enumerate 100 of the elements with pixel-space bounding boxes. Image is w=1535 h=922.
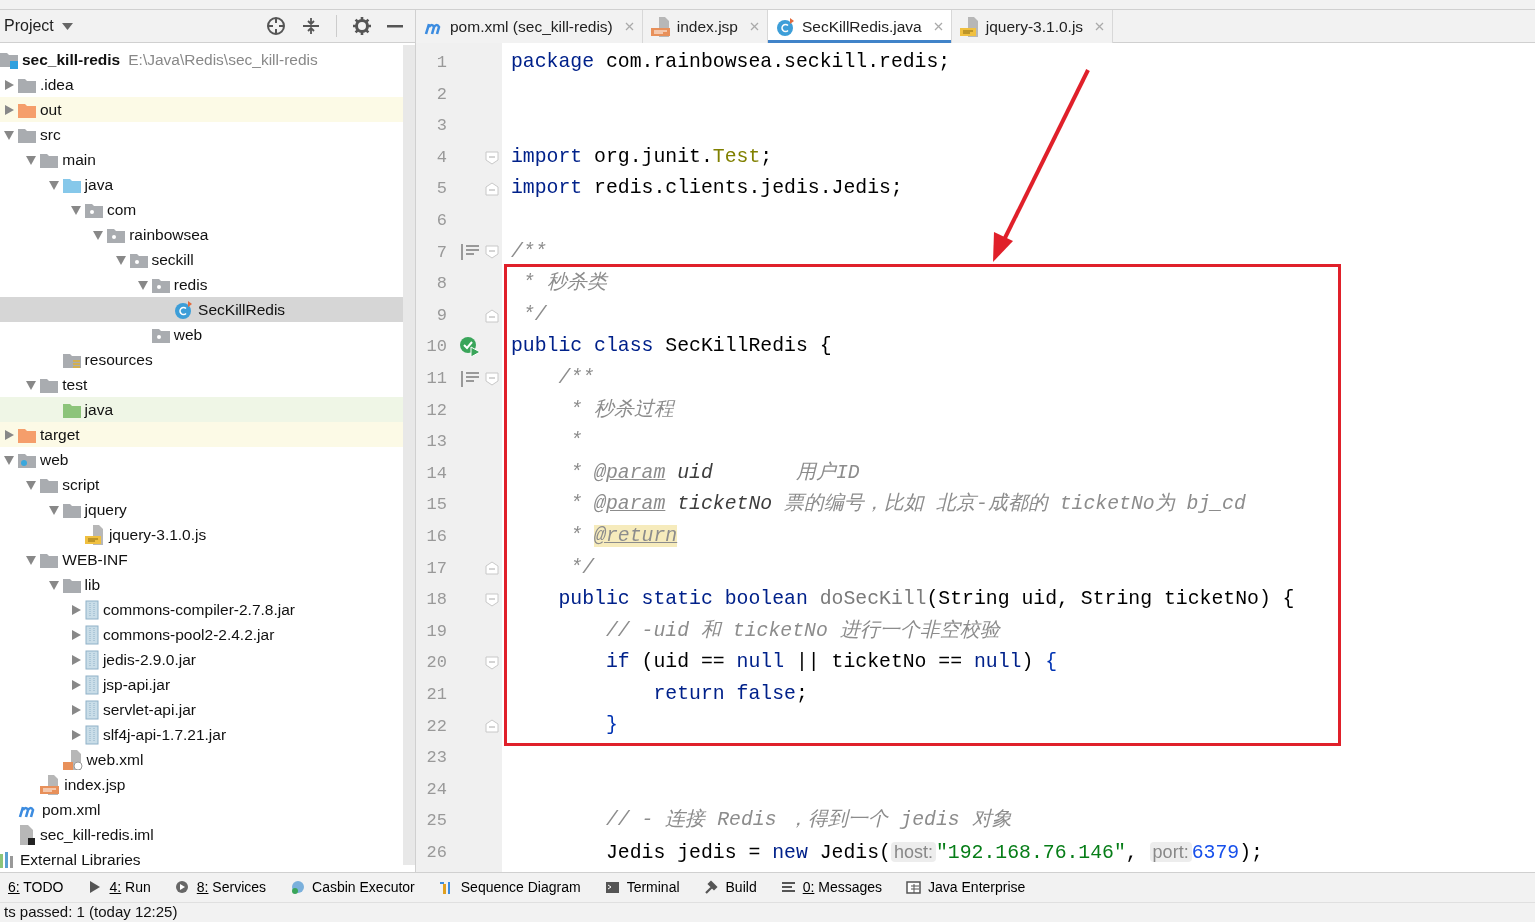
collapsed-arrow-icon[interactable] [70,629,81,640]
tree-item[interactable]: java [0,172,403,197]
tree-item[interactable]: pom.xml [0,797,403,822]
tree-item[interactable]: jquery [0,497,403,522]
expanded-arrow-icon[interactable] [4,454,14,465]
tree-item[interactable]: seckill [0,247,403,272]
tool-window-button[interactable]: Java Enterprise [902,877,1030,898]
code-line: // -uid 和 ticketNo 进行一个非空校验 [604,619,1000,642]
code-line: */ [521,303,547,326]
collapsed-arrow-icon[interactable] [70,729,81,740]
collapsed-arrow-icon[interactable] [4,104,14,115]
expanded-arrow-icon[interactable] [26,154,37,165]
collapsed-arrow-icon[interactable] [4,429,14,440]
tool-window-button[interactable]: Terminal [600,877,684,898]
tree-item[interactable]: resources [0,347,403,372]
minimize-icon[interactable] [387,24,403,28]
editor-tab[interactable]: SecKillRedis.java [767,10,952,43]
tree-item[interactable]: WEB-INF [0,547,403,572]
close-icon[interactable] [1095,22,1105,31]
tool-window-button[interactable]: Sequence Diagram [434,877,585,898]
tree-item[interactable]: slf4j-api-1.7.21.jar [0,722,403,747]
code-line: import org.junit.Test; [511,145,773,168]
tool-window-button[interactable]: 6: TODO [4,877,68,898]
line-number: 2 [435,83,447,106]
expanded-arrow-icon[interactable] [48,179,59,190]
tree-item[interactable]: jsp-api.jar [0,672,403,697]
tree-item[interactable]: servlet-api.jar [0,697,403,722]
tree-item[interactable]: sec_kill-redis.iml [0,822,403,847]
tool-window-button[interactable]: 0: Messages [776,877,887,898]
web-folder-icon [18,451,36,468]
run-icon[interactable] [459,336,481,359]
tree-item[interactable]: commons-pool2-2.4.2.jar [0,622,403,647]
crosshair-icon[interactable] [266,16,286,36]
expanded-arrow-icon[interactable] [26,379,37,390]
line-number: 10 [425,336,447,359]
tree-item[interactable]: commons-compiler-2.7.8.jar [0,597,403,622]
tree-item[interactable]: jquery-3.1.0.js [0,522,403,547]
close-icon[interactable] [749,22,759,31]
tree-item[interactable]: External Libraries [0,847,403,872]
collapsed-arrow-icon[interactable] [70,654,81,665]
collapse-icon[interactable] [302,17,320,35]
panel-title[interactable]: Project [4,14,54,38]
tree-item[interactable]: test [0,372,403,397]
messages-icon [780,880,797,895]
caret-icon[interactable] [61,22,73,30]
expanded-arrow-icon[interactable] [4,129,14,140]
tool-window-button[interactable]: Casbin Executor [286,877,419,898]
close-icon[interactable] [933,22,943,31]
editor-tab[interactable]: jquery-3.1.0.js [951,10,1114,43]
code-line: * 秒杀过程 [569,398,675,421]
tree-item[interactable]: out [0,97,403,122]
editor-tab[interactable]: pom.xml (sec_kill-redis) [416,10,643,43]
line-number: 8 [435,273,447,296]
expanded-arrow-icon[interactable] [26,554,37,565]
collapsed-arrow-icon[interactable] [70,704,81,715]
tree-item[interactable]: main [0,147,403,172]
terminal-icon [604,880,621,895]
tree-item[interactable]: script [0,472,403,497]
expanded-arrow-icon[interactable] [115,254,126,265]
plugin-icon [290,880,307,895]
js-file-icon [84,524,105,545]
tree-item[interactable]: rainbowsea [0,222,403,247]
tree-item[interactable]: redis [0,272,403,297]
tree-item[interactable]: lib [0,572,403,597]
editor-tab[interactable]: index.jsp [642,10,768,43]
resources-folder-icon [62,351,81,368]
tree-item[interactable]: target [0,422,403,447]
tool-window-button[interactable]: Build [699,877,761,898]
expanded-arrow-icon[interactable] [26,479,37,490]
tree-item[interactable]: web [0,322,403,347]
package-icon [129,251,148,268]
tree-item[interactable]: com [0,197,403,222]
expanded-arrow-icon[interactable] [48,579,59,590]
tree-item[interactable]: web.xml [0,747,403,772]
tree-item[interactable]: web [0,447,403,472]
collapsed-arrow-icon[interactable] [70,679,81,690]
code-line: /** [511,240,547,263]
tree-item[interactable]: jedis-2.9.0.jar [0,647,403,672]
expanded-arrow-icon[interactable] [48,504,59,515]
code-line: if (uid == null || ticketNo == null) { [604,651,1058,674]
expanded-arrow-icon[interactable] [137,279,148,290]
line-number: 17 [425,557,447,580]
tool-window-button[interactable]: 8: Services [170,877,271,898]
tree-item[interactable]: .idea [0,72,403,97]
expanded-arrow-icon[interactable] [70,204,81,215]
close-icon[interactable] [624,22,634,31]
tree-item[interactable]: src [0,122,403,147]
tree-item[interactable]: java [0,397,403,422]
code-line: public static boolean doSecKill(String uid, String ticketNo) { [557,588,1295,611]
scrollbar[interactable] [403,45,415,865]
collapsed-arrow-icon[interactable] [4,79,14,90]
line-number: 13 [425,431,447,454]
line-number: 1 [435,52,447,75]
tree-item[interactable]: index.jsp [0,772,403,797]
expanded-arrow-icon[interactable] [93,229,104,240]
tree-item[interactable]: SecKillRedis [0,297,403,322]
tool-window-button[interactable]: 4: Run [83,877,155,898]
settings-icon[interactable] [353,17,371,35]
tree-item[interactable]: sec_kill-redis E:\Java\Redis\sec_kill-redis [0,47,403,72]
collapsed-arrow-icon[interactable] [70,604,81,615]
